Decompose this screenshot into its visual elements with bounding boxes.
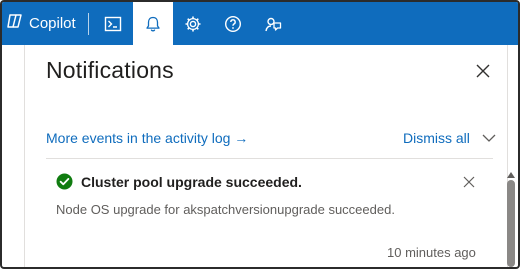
divider xyxy=(46,158,493,159)
notifications-panel: Notifications More events in the activit… xyxy=(24,45,508,267)
close-icon xyxy=(474,64,492,84)
top-bar: Copilot xyxy=(2,2,518,45)
copilot-icon xyxy=(6,12,24,35)
bell-icon xyxy=(144,15,162,33)
notification-title: Cluster pool upgrade succeeded. xyxy=(81,173,302,190)
close-panel-button[interactable] xyxy=(474,62,492,80)
help-icon xyxy=(224,15,242,33)
notification-timestamp: 10 minutes ago xyxy=(387,245,476,260)
scrollbar-thumb[interactable] xyxy=(507,180,515,267)
help-button[interactable] xyxy=(213,2,253,45)
gear-icon xyxy=(184,15,202,33)
settings-button[interactable] xyxy=(173,2,213,45)
page-title: Notifications xyxy=(46,57,174,83)
success-check-icon xyxy=(56,173,73,190)
feedback-icon xyxy=(264,15,282,33)
activity-log-link[interactable]: More events in the activity log → xyxy=(46,130,248,146)
cloud-shell-button[interactable] xyxy=(93,2,133,45)
terminal-icon xyxy=(104,15,122,33)
topbar-divider xyxy=(87,12,89,35)
notification-message: Node OS upgrade for akspatchversionupgra… xyxy=(56,202,395,217)
feedback-button[interactable] xyxy=(253,2,293,45)
dismiss-all-label: Dismiss all xyxy=(403,130,470,146)
chevron-down-icon[interactable] xyxy=(482,130,496,146)
copilot-label: Copilot xyxy=(29,15,76,32)
dismiss-all-button[interactable]: Dismiss all xyxy=(403,130,496,146)
notification-item[interactable]: Cluster pool upgrade succeeded. xyxy=(56,173,302,190)
scroll-up-arrow[interactable] xyxy=(506,167,516,178)
dismiss-notification-button[interactable] xyxy=(462,175,476,189)
close-icon xyxy=(462,176,476,193)
app-frame: Copilot Notifications More events in the… xyxy=(0,0,520,269)
copilot-button[interactable]: Copilot xyxy=(2,2,84,45)
notifications-button[interactable] xyxy=(132,2,173,45)
